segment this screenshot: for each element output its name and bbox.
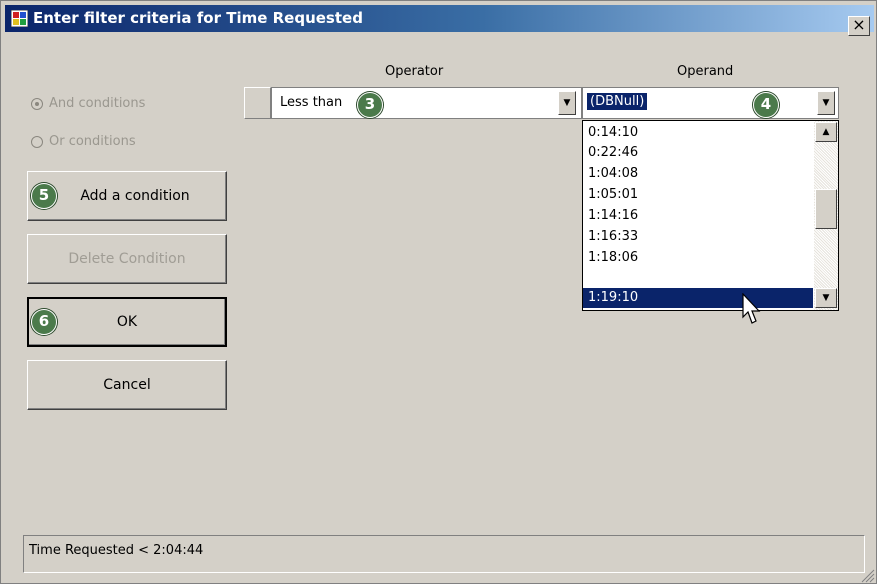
scroll-thumb[interactable]	[815, 189, 837, 229]
close-icon: ×	[852, 15, 866, 34]
operator-value: Less than	[280, 95, 343, 110]
app-icon	[11, 10, 28, 27]
list-item[interactable]: 1:14:16	[583, 206, 813, 226]
ok-label: OK	[116, 314, 138, 330]
mouse-pointer-icon	[742, 293, 761, 324]
operator-combo[interactable]: Less than ▼	[271, 87, 582, 119]
dropdown-scrollbar[interactable]: ▲ ▼	[814, 121, 838, 310]
status-text: Time Requested < 2:04:44	[29, 543, 204, 558]
operand-header: Operand	[677, 64, 734, 79]
operator-dropdown-arrow-icon[interactable]: ▼	[558, 91, 576, 115]
add-condition-button[interactable]: Add a condition	[27, 171, 227, 221]
and-radio[interactable]	[31, 97, 43, 110]
list-item[interactable]: 1:18:06	[583, 248, 813, 268]
list-item[interactable]: 1:16:33	[583, 227, 813, 247]
close-button[interactable]: ×	[848, 16, 870, 36]
or-conditions-label: Or conditions	[49, 134, 136, 149]
operand-dropdown-arrow-icon[interactable]: ▼	[817, 91, 835, 115]
resize-grip-icon[interactable]	[859, 567, 875, 583]
ok-button[interactable]: OK	[27, 297, 227, 347]
delete-condition-label: Delete Condition	[68, 251, 186, 267]
cancel-button[interactable]: Cancel	[27, 360, 227, 410]
filter-dialog: Enter filter criteria for Time Requested…	[0, 0, 877, 584]
window-title: Enter filter criteria for Time Requested	[33, 9, 363, 27]
callout-badge: 6	[31, 309, 57, 335]
or-conditions-option[interactable]: Or conditions	[31, 134, 136, 149]
title-bar[interactable]: Enter filter criteria for Time Requested	[5, 5, 874, 32]
add-condition-label: Add a condition	[80, 188, 190, 204]
list-item[interactable]: 0:14:10	[583, 123, 813, 143]
operand-value: (DBNull)	[585, 92, 649, 111]
row-selector[interactable]	[244, 87, 271, 119]
scroll-up-icon[interactable]: ▲	[815, 122, 837, 142]
callout-badge: 4	[753, 92, 779, 118]
operator-header: Operator	[385, 64, 444, 79]
delete-condition-button[interactable]: Delete Condition	[27, 234, 227, 284]
list-item-selected[interactable]: 1:19:10	[583, 288, 813, 308]
list-item[interactable]: 0:22:46	[583, 143, 813, 163]
scroll-down-icon[interactable]: ▼	[815, 288, 837, 308]
callout-badge: 3	[357, 92, 383, 118]
cancel-label: Cancel	[103, 377, 151, 393]
and-conditions-label: And conditions	[49, 96, 146, 111]
callout-badge: 5	[31, 183, 57, 209]
filter-expression-status: Time Requested < 2:04:44	[23, 535, 865, 573]
list-item[interactable]: 1:05:01	[583, 185, 813, 205]
operand-dropdown-list[interactable]: 0:14:10 0:22:46 1:04:08 1:05:01 1:14:16 …	[582, 120, 839, 311]
list-item[interactable]: 1:04:08	[583, 164, 813, 184]
and-conditions-option[interactable]: And conditions	[31, 96, 145, 111]
operand-combo[interactable]: (DBNull) ▼	[582, 87, 839, 119]
or-radio[interactable]	[31, 135, 43, 148]
